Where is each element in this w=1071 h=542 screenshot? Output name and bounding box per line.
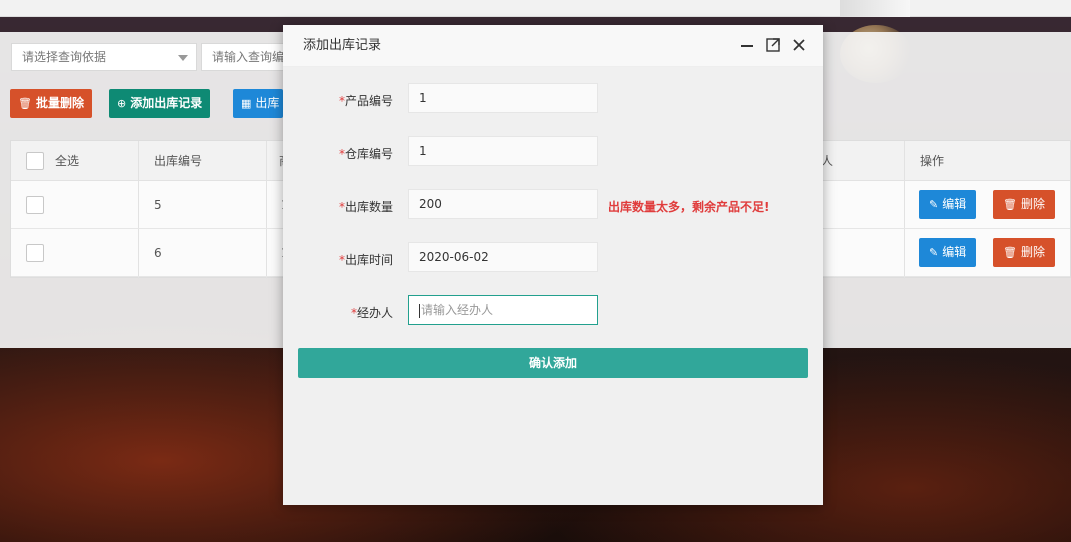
quantity-label-text: 出库数量 — [344, 200, 393, 214]
delete-label: 删除 — [1020, 197, 1045, 211]
quantity-input[interactable]: 200 — [408, 189, 598, 219]
product-no-label-text: 产品编号 — [344, 94, 393, 108]
trash-icon: 🗑 — [1003, 246, 1017, 259]
edit-button[interactable]: ✎ 编辑 — [919, 238, 977, 267]
add-record-label: 添加出库记录 — [130, 96, 203, 110]
warehouse-no-value: 1 — [419, 144, 427, 158]
row-checkbox[interactable] — [26, 244, 44, 262]
select-all-checkbox[interactable] — [26, 152, 44, 170]
dialog-header: 添加出库记录 — [283, 25, 823, 67]
edit-label: 编辑 — [942, 245, 967, 259]
export-label: 出库 — [255, 96, 280, 110]
minimize-icon[interactable] — [739, 37, 755, 53]
export-button[interactable]: ▦ 出库 — [233, 89, 283, 118]
query-type-select-placeholder: 请选择查询依据 — [22, 50, 107, 64]
handler-placeholder: 请输入经办人 — [421, 303, 494, 317]
warehouse-no-label: *仓库编号 — [283, 139, 393, 169]
quantity-label: *出库数量 — [283, 192, 393, 222]
date-label-text: 出库时间 — [344, 253, 393, 267]
product-no-label: *产品编号 — [283, 86, 393, 116]
header-actions: 操作 — [920, 154, 945, 168]
row-out-id: 6 — [154, 246, 162, 260]
quantity-error-message: 出库数量太多，剩余产品不足! — [608, 200, 770, 214]
confirm-add-button[interactable]: 确认添加 — [298, 348, 808, 378]
row-out-id: 5 — [154, 198, 162, 212]
delete-label: 删除 — [1020, 245, 1045, 259]
search-input[interactable]: 请输入查询编号 — [201, 43, 291, 71]
delete-button[interactable]: 🗑 删除 — [993, 238, 1055, 267]
text-cursor — [419, 303, 420, 318]
table-icon: ▦ — [241, 97, 252, 110]
pencil-icon: ✎ — [929, 198, 939, 211]
edit-button[interactable]: ✎ 编辑 — [919, 190, 977, 219]
product-no-value: 1 — [419, 91, 427, 105]
pencil-icon: ✎ — [929, 246, 939, 259]
trash-icon: 🗑 — [1003, 198, 1017, 211]
search-input-placeholder: 请输入查询编号 — [212, 50, 291, 64]
date-input[interactable]: 2020-06-02 — [408, 242, 598, 272]
delete-button[interactable]: 🗑 删除 — [993, 190, 1055, 219]
batch-delete-button[interactable]: 🗑 批量删除 — [10, 89, 92, 118]
close-icon[interactable] — [791, 37, 807, 53]
dialog-title: 添加出库记录 — [303, 38, 382, 53]
handler-input[interactable]: 请输入经办人 — [408, 295, 598, 325]
maximize-icon[interactable] — [765, 37, 781, 53]
header-out-id: 出库编号 — [154, 154, 203, 168]
warehouse-no-input[interactable]: 1 — [408, 136, 598, 166]
top-bar — [0, 0, 1071, 17]
quantity-value: 200 — [419, 197, 442, 211]
trash-icon: 🗑 — [18, 97, 32, 110]
product-no-input[interactable]: 1 — [408, 83, 598, 113]
handler-label-text: 经办人 — [356, 306, 393, 320]
date-value: 2020-06-02 — [419, 250, 489, 264]
warehouse-no-label-text: 仓库编号 — [344, 147, 393, 161]
date-label: *出库时间 — [283, 245, 393, 275]
plus-circle-icon: ⊕ — [117, 97, 127, 110]
header-select-all: 全选 — [55, 154, 80, 168]
row-checkbox[interactable] — [26, 196, 44, 214]
chevron-down-icon — [178, 55, 188, 61]
query-type-select[interactable]: 请选择查询依据 — [11, 43, 197, 71]
add-record-button[interactable]: ⊕ 添加出库记录 — [109, 89, 211, 118]
edit-label: 编辑 — [942, 197, 967, 211]
handler-label: *经办人 — [283, 298, 393, 328]
batch-delete-label: 批量删除 — [35, 96, 84, 110]
add-record-dialog: 添加出库记录 *产品编号 1 *仓库编号 1 *出库数量 200 出库数量太多，… — [283, 25, 823, 505]
